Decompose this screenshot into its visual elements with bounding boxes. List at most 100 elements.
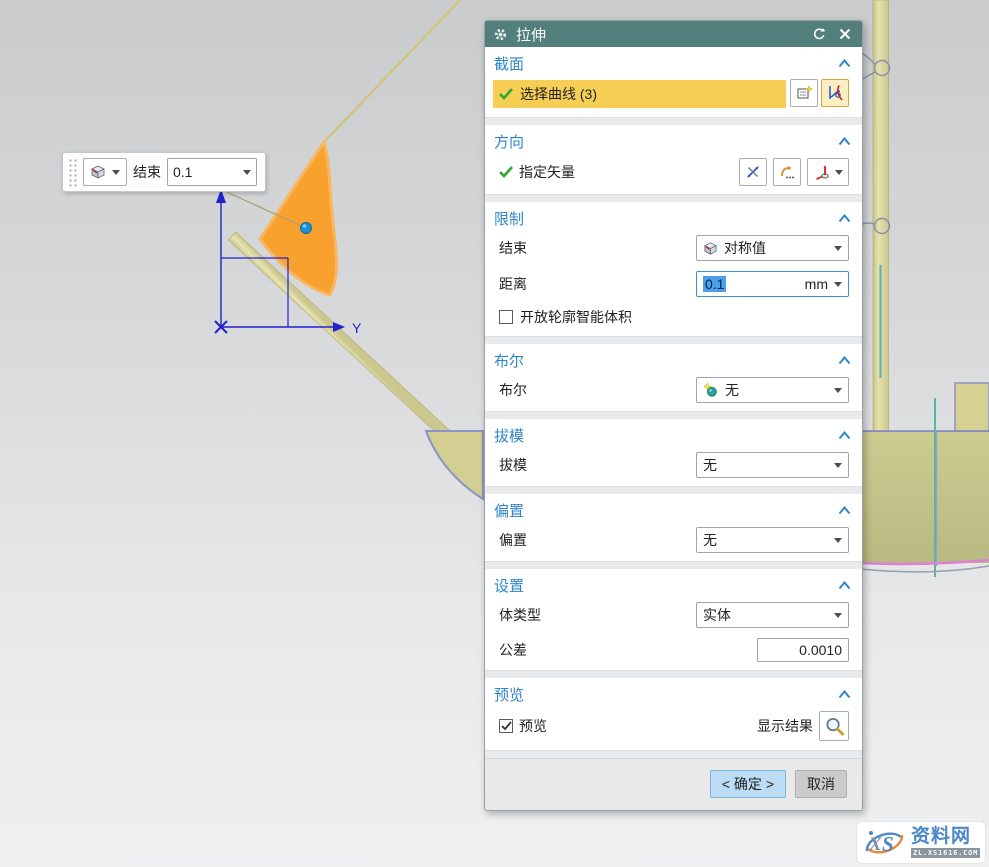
- offset-title: 偏置: [494, 500, 524, 521]
- mini-end-value: 0.1: [173, 164, 243, 180]
- caret-down-icon: [834, 613, 842, 618]
- caret-down-icon: [834, 388, 842, 393]
- hull-bottom-curve: [861, 566, 989, 572]
- site-watermark: X S 资料网 ZL.XS1616.COM: [856, 821, 986, 864]
- reset-icon[interactable]: [810, 25, 828, 43]
- end-label: 结束: [499, 238, 690, 258]
- tolerance-input[interactable]: 0.0010: [757, 638, 849, 662]
- open-profile-checkbox[interactable]: [499, 310, 513, 324]
- magnifier-icon: [824, 716, 845, 737]
- caret-down-icon: [834, 246, 842, 251]
- show-result-button[interactable]: [819, 711, 849, 741]
- boolean-value: 无: [725, 380, 828, 400]
- watermark-site-name: 资料网: [911, 827, 980, 846]
- bow-hull-wedge[interactable]: [426, 431, 483, 499]
- limits-header[interactable]: 限制: [485, 202, 862, 233]
- tolerance-value: 0.0010: [799, 642, 842, 658]
- watermark-site-url: ZL.XS1616.COM: [911, 848, 980, 858]
- section-title: 截面: [494, 53, 524, 74]
- distance-input[interactable]: 0.1 mm: [696, 271, 849, 297]
- extrude-dialog: 拉伸 截面: [484, 20, 863, 811]
- preview-title: 预览: [494, 684, 524, 705]
- boolean-none-icon: [703, 382, 719, 398]
- sketch-section-button[interactable]: [821, 79, 849, 107]
- collapse-chevron-icon[interactable]: [838, 214, 851, 223]
- vector-dialog-icon: [779, 164, 795, 180]
- collapse-chevron-icon[interactable]: [838, 137, 851, 146]
- collapse-chevron-icon[interactable]: [838, 506, 851, 515]
- direction-header[interactable]: 方向: [485, 125, 862, 156]
- mini-end-value-input[interactable]: 0.1: [167, 158, 257, 186]
- collapse-chevron-icon[interactable]: [838, 59, 851, 68]
- ok-button[interactable]: < 确定 >: [710, 770, 786, 798]
- draft-value: 无: [703, 455, 828, 475]
- group-draft: 拔模 拔模 无: [485, 419, 862, 487]
- bowsprit-rod[interactable]: [228, 232, 455, 444]
- boolean-title: 布尔: [494, 350, 524, 371]
- boolean-header[interactable]: 布尔: [485, 344, 862, 375]
- preview-header[interactable]: 预览: [485, 678, 862, 709]
- boolean-combo[interactable]: 无: [696, 377, 849, 403]
- group-direction: 方向 指定矢量: [485, 125, 862, 195]
- svg-text:X: X: [868, 834, 883, 855]
- section-from-curves-button[interactable]: [790, 79, 818, 107]
- tolerance-label: 公差: [499, 640, 751, 660]
- check-icon: [501, 721, 512, 731]
- cabin-block[interactable]: [955, 383, 989, 431]
- cube-symmetric-icon: [90, 164, 106, 180]
- distance-label: 距离: [499, 274, 690, 294]
- check-icon: [499, 166, 513, 178]
- offset-header[interactable]: 偏置: [485, 494, 862, 525]
- offset-combo[interactable]: 无: [696, 527, 849, 553]
- collapse-chevron-icon[interactable]: [838, 356, 851, 365]
- body-type-combo[interactable]: 实体: [696, 602, 849, 628]
- specify-vector-label: 指定矢量: [519, 162, 733, 182]
- end-combo[interactable]: 对称值: [696, 235, 849, 261]
- collapse-chevron-icon[interactable]: [838, 431, 851, 440]
- group-section: 截面 选择曲线 (3): [485, 47, 862, 118]
- sketch-section-icon: [826, 84, 844, 102]
- drag-grip[interactable]: [67, 157, 77, 187]
- collapse-chevron-icon[interactable]: [838, 581, 851, 590]
- open-profile-checkrow[interactable]: 开放轮廓智能体积: [485, 305, 862, 336]
- gear-icon: [493, 27, 508, 42]
- end-option-dropdown[interactable]: [83, 158, 127, 186]
- application-window: Y: [0, 0, 989, 867]
- specify-vector-button[interactable]: [807, 158, 849, 186]
- forestay-line[interactable]: [325, 0, 460, 141]
- dialog-footer: < 确定 > 取消: [485, 758, 862, 810]
- draft-header[interactable]: 拔模: [485, 419, 862, 450]
- vector-dialog-button[interactable]: [773, 158, 801, 186]
- caret-down-icon: [834, 463, 842, 468]
- collapse-chevron-icon[interactable]: [838, 690, 851, 699]
- limits-title: 限制: [494, 208, 524, 229]
- drag-handle-ball[interactable]: [301, 223, 312, 234]
- preview-checkbox[interactable]: [499, 719, 513, 733]
- reverse-direction-button[interactable]: [739, 158, 767, 186]
- reverse-direction-icon: [745, 164, 761, 180]
- distance-unit: mm: [805, 276, 828, 292]
- svg-text:S: S: [882, 832, 894, 856]
- section-from-curves-icon: [796, 85, 813, 102]
- select-curves-row[interactable]: 选择曲线 (3): [493, 80, 786, 108]
- close-icon[interactable]: [836, 25, 854, 43]
- preview-checkbox-label: 预览: [519, 716, 751, 736]
- hull-side[interactable]: [861, 432, 989, 563]
- group-offset: 偏置 偏置 无: [485, 494, 862, 562]
- drag-handle-highlight: [303, 224, 307, 228]
- offset-label: 偏置: [499, 530, 690, 550]
- group-limits: 限制 结束 对称值 距离: [485, 202, 862, 337]
- draft-combo[interactable]: 无: [696, 452, 849, 478]
- caret-down-icon: [243, 170, 251, 175]
- mini-end-label: 结束: [133, 162, 161, 182]
- cancel-button[interactable]: 取消: [795, 770, 847, 798]
- xs-logo-icon: X S: [861, 825, 908, 861]
- dialog-titlebar[interactable]: 拉伸: [485, 21, 862, 47]
- body-type-label: 体类型: [499, 605, 690, 625]
- draft-title: 拔模: [494, 425, 524, 446]
- caret-down-icon[interactable]: [834, 282, 842, 287]
- show-result-label: 显示结果: [757, 716, 813, 736]
- onscreen-input-toolbar[interactable]: 结束 0.1: [62, 152, 266, 192]
- section-header[interactable]: 截面: [485, 47, 862, 78]
- settings-header[interactable]: 设置: [485, 569, 862, 600]
